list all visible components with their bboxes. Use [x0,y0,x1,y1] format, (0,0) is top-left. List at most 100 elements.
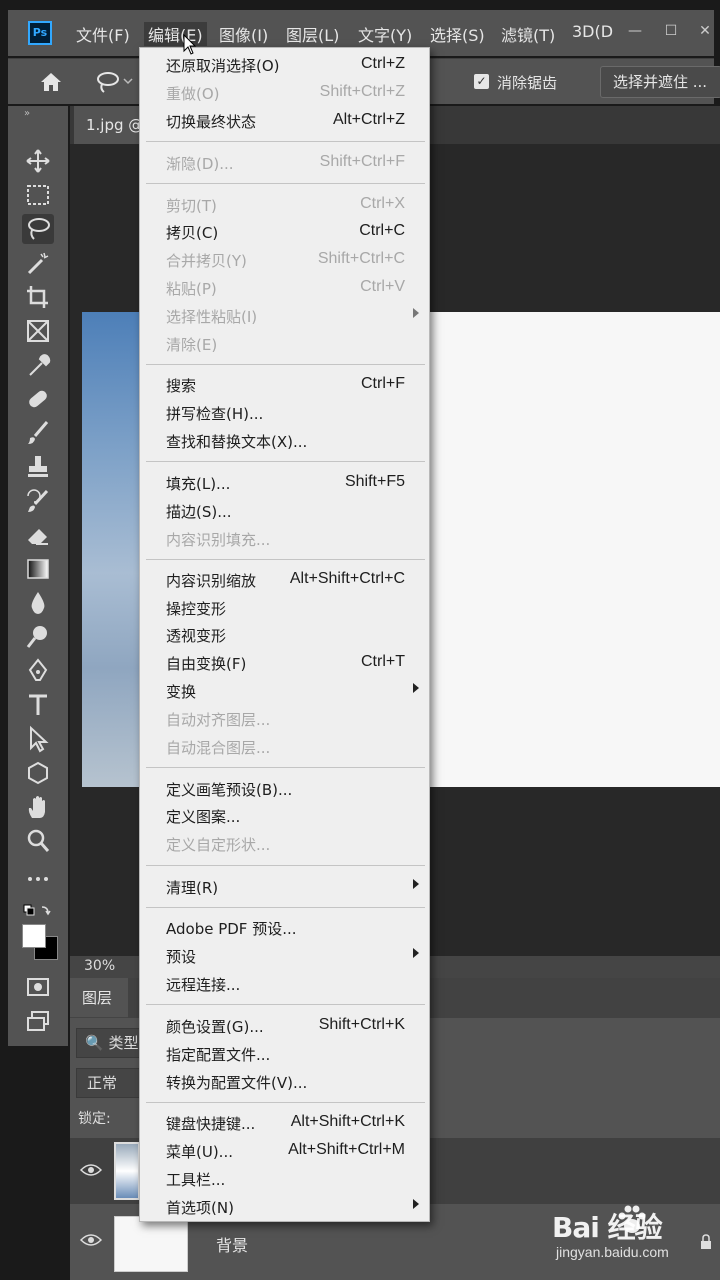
edit-menu-item[interactable]: 自由变换(F) Ctrl+T [140,651,429,675]
more-tools-icon[interactable] [22,864,54,894]
brush-icon[interactable] [22,418,54,448]
menu-item-shortcut: Shift+Ctrl+C [317,250,405,267]
edit-menu-item[interactable]: 切换最终状态 Alt+Ctrl+Z [140,109,429,133]
edit-menu-item[interactable]: 描边(S)... [140,499,429,523]
edit-menu-item[interactable]: 拷贝(C) Ctrl+C [140,220,429,244]
tab-layers[interactable]: 图层 [70,978,128,1018]
menu-item-label: 选择性粘贴(I) [166,308,258,326]
gradient-icon[interactable] [22,554,54,584]
edit-menu-item[interactable]: 键盘快捷键... Alt+Shift+Ctrl+K [140,1111,429,1135]
menu-filter[interactable]: 滤镜(T) [501,22,555,46]
edit-menu-item[interactable]: 变换 [140,679,429,703]
eye-icon[interactable] [80,1162,102,1178]
edit-menu-item: 自动混合图层... [140,735,429,759]
menu-select[interactable]: 选择(S) [430,22,485,46]
menu-image[interactable]: 图像(I) [219,22,268,46]
frame-icon[interactable] [22,316,54,346]
zoom-level[interactable]: 30% [84,958,115,974]
layer-thumbnail [114,1216,188,1272]
edit-menu-item[interactable]: 还原取消选择(O) Ctrl+Z [140,53,429,77]
lasso-preset-icon[interactable] [94,69,134,95]
edit-menu-item[interactable]: Adobe PDF 预设... [140,916,429,940]
edit-menu-item[interactable]: 工具栏... [140,1167,429,1191]
edit-menu-item[interactable]: 菜单(U)... Alt+Shift+Ctrl+M [140,1139,429,1163]
edit-menu-item[interactable]: 搜索 Ctrl+F [140,373,429,397]
menu-item-label: 剪切(T) [166,197,217,215]
layer-name[interactable]: 背景 [216,1232,248,1256]
maximize-icon[interactable]: ☐ [658,18,684,44]
quick-mask-icon[interactable] [22,972,54,1002]
blur-icon[interactable] [22,588,54,618]
layer-filter-select[interactable]: 🔍 类型 [76,1028,146,1058]
menu-3d[interactable]: 3D(D [572,22,613,41]
crop-icon[interactable] [22,282,54,312]
menu-separator [146,906,425,908]
submenu-arrow-icon [413,683,419,693]
submenu-arrow-icon [413,879,419,889]
eraser-icon[interactable] [22,520,54,550]
white-document[interactable] [428,312,720,787]
edit-menu-item[interactable]: 拼写检查(H)... [140,401,429,425]
edit-menu-item: 自动对齐图层... [140,707,429,731]
edit-menu-item[interactable]: 定义画笔预设(B)... [140,777,429,801]
eye-icon[interactable] [80,1232,102,1248]
close-icon[interactable]: ✕ [692,18,718,44]
document-tab[interactable]: 1.jpg @ [74,106,144,144]
foreground-color-swatch[interactable] [22,924,46,948]
menu-item-label: 合并拷贝(Y) [166,252,247,270]
blend-mode-select[interactable]: 正常 [76,1068,146,1098]
edit-menu-item[interactable]: 定义图案... [140,804,429,828]
path-select-icon[interactable] [22,724,54,754]
menu-layer[interactable]: 图层(L) [286,22,339,46]
edit-menu-item[interactable]: 操控变形 [140,596,429,620]
photo-canvas[interactable] [82,312,142,787]
default-colors-icon[interactable] [22,898,54,918]
edit-menu-item[interactable]: 查找和替换文本(X)... [140,429,429,453]
edit-menu-item[interactable]: 预设 [140,944,429,968]
menu-edit[interactable]: 编辑(E) [144,22,207,46]
edit-menu-item: 粘贴(P) Ctrl+V [140,276,429,300]
healing-icon[interactable] [22,384,54,414]
edit-menu-item: 选择性粘贴(I) [140,304,429,328]
edit-menu-item[interactable]: 远程连接... [140,972,429,996]
move-icon[interactable] [22,146,54,176]
edit-menu-item: 清除(E) [140,332,429,356]
edit-menu-item[interactable]: 指定配置文件... [140,1042,429,1066]
home-icon[interactable] [38,69,64,95]
magic-wand-icon[interactable] [22,248,54,278]
history-brush-icon[interactable] [22,486,54,516]
menu-item-shortcut: Alt+Shift+Ctrl+K [290,1113,405,1130]
tools-panel: » [8,106,68,1046]
edit-menu-item[interactable]: 首选项(N) [140,1195,429,1219]
select-and-mask-button[interactable]: 选择并遮住 ... [600,66,720,98]
menu-type[interactable]: 文字(Y) [358,22,412,46]
edit-menu-item[interactable]: 颜色设置(G)... Shift+Ctrl+K [140,1014,429,1038]
hand-icon[interactable] [22,792,54,822]
menu-item-label: 指定配置文件... [166,1046,271,1064]
stamp-icon[interactable] [22,452,54,482]
type-icon[interactable] [22,690,54,720]
menu-item-label: 清理(R) [166,879,219,897]
menu-separator [146,1004,425,1005]
edit-menu-item[interactable]: 内容识别缩放 Alt+Shift+Ctrl+C [140,568,429,592]
dodge-icon[interactable] [22,622,54,652]
pen-icon[interactable] [22,656,54,686]
menu-item-label: 键盘快捷键... [166,1115,256,1133]
eyedropper-icon[interactable] [22,350,54,380]
menu-separator [146,461,425,462]
menu-item-label: 自动对齐图层... [166,711,271,729]
zoom-icon[interactable] [22,826,54,856]
shape-icon[interactable] [22,758,54,788]
edit-menu-item[interactable]: 填充(L)... Shift+F5 [140,471,429,495]
menu-file[interactable]: 文件(F) [76,22,130,46]
collapse-icon[interactable]: » [24,108,30,119]
lasso-icon[interactable] [22,214,54,244]
edit-menu-item[interactable]: 透视变形 [140,623,429,647]
antialias-checkbox[interactable]: ✓ [474,74,489,89]
edit-menu-item[interactable]: 转换为配置文件(V)... [140,1070,429,1094]
marquee-icon[interactable] [22,180,54,210]
minimize-icon[interactable]: — [622,18,648,44]
edit-menu-item: 合并拷贝(Y) Shift+Ctrl+C [140,248,429,272]
screen-mode-icon[interactable] [22,1006,54,1036]
edit-menu-item[interactable]: 清理(R) [140,875,429,899]
